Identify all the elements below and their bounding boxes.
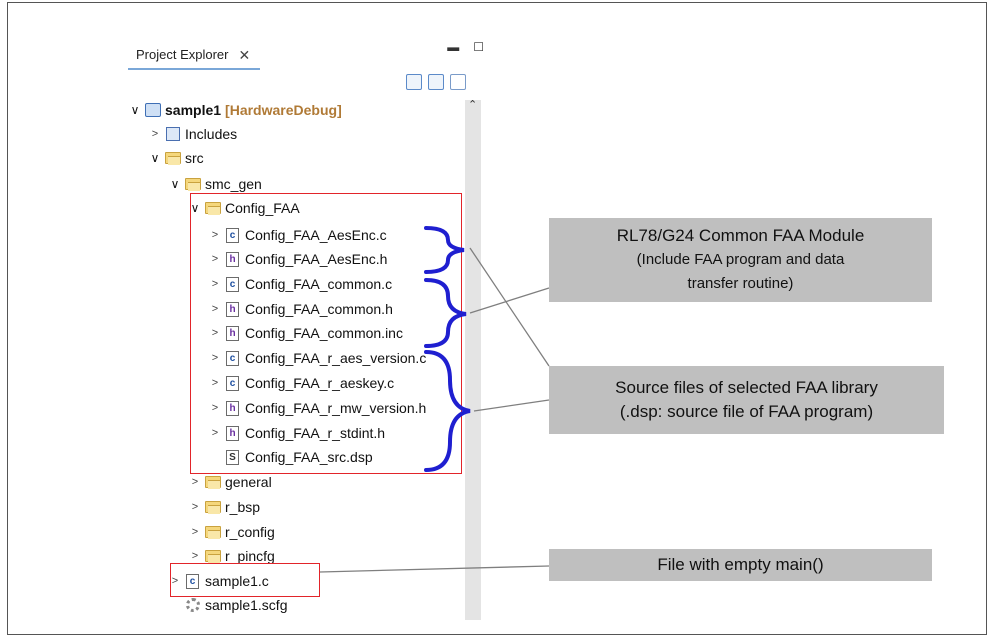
sample1-c-highlight-box xyxy=(170,563,320,597)
callout-empty-main: File with empty main() xyxy=(549,549,932,581)
tree-item-general[interactable]: > general xyxy=(188,472,272,492)
project-name: sample1 xyxy=(165,102,222,118)
tree-item-project[interactable]: ∨ sample1 [HardwareDebug] xyxy=(128,100,342,120)
callout-line: File with empty main() xyxy=(657,555,824,574)
folder-icon xyxy=(205,550,221,563)
folder-open-icon xyxy=(185,178,201,191)
close-icon[interactable]: ✕ xyxy=(238,43,250,67)
project-icon xyxy=(145,103,161,117)
callout-line: transfer routine) xyxy=(687,275,794,292)
scroll-up-icon[interactable]: ⌃ xyxy=(468,98,477,111)
tree-item-label: src xyxy=(185,150,204,166)
scrollbar[interactable] xyxy=(465,100,481,620)
source-folder-icon xyxy=(165,152,181,165)
project-config-tag: [HardwareDebug] xyxy=(225,102,342,118)
chevron-right-icon[interactable]: > xyxy=(188,497,202,517)
chevron-right-icon[interactable]: > xyxy=(188,522,202,542)
chevron-down-icon[interactable]: ∨ xyxy=(128,100,142,120)
tab-label: Project Explorer xyxy=(136,47,229,62)
tree-item-label: r_bsp xyxy=(225,499,261,515)
gear-icon xyxy=(186,598,200,612)
tree-item-label: r_config xyxy=(225,524,275,540)
config-faa-highlight-box xyxy=(190,193,462,474)
minimize-icon[interactable]: ▬ xyxy=(447,40,459,54)
callout-line: Source files of selected FAA library xyxy=(615,378,878,397)
file-name: sample1.scfg xyxy=(205,597,288,613)
link-editor-icon[interactable] xyxy=(428,74,444,90)
callout-source-files: Source files of selected FAA library (.d… xyxy=(549,366,944,434)
explorer-toolbar xyxy=(406,74,466,90)
tree-item-label: smc_gen xyxy=(205,176,262,192)
view-controls: ▬ ☐ xyxy=(447,40,484,54)
chevron-down-icon[interactable]: ∨ xyxy=(168,174,182,194)
callout-line: (Include FAA program and data xyxy=(636,251,845,268)
maximize-icon[interactable]: ☐ xyxy=(473,40,484,54)
filter-icon[interactable] xyxy=(450,74,466,90)
chevron-right-icon[interactable]: > xyxy=(188,472,202,492)
tree-item-src[interactable]: ∨ src xyxy=(148,148,204,168)
tree-item-includes[interactable]: > Includes xyxy=(148,124,237,144)
tree-item-sample1-scfg[interactable]: sample1.scfg xyxy=(168,595,287,615)
tree-item-label: Includes xyxy=(185,126,238,142)
callout-line: RL78/G24 Common FAA Module xyxy=(616,226,865,245)
tree-item-label: general xyxy=(225,474,272,490)
callout-line: (.dsp: source file of FAA program) xyxy=(619,402,874,421)
chevron-right-icon[interactable]: > xyxy=(148,124,162,144)
tree-item-r-bsp[interactable]: > r_bsp xyxy=(188,497,260,517)
includes-icon xyxy=(166,127,180,141)
folder-icon xyxy=(205,526,221,539)
tab-project-explorer[interactable]: Project Explorer ✕ xyxy=(128,42,261,70)
callout-common-module: RL78/G24 Common FAA Module (Include FAA … xyxy=(549,218,932,302)
folder-icon xyxy=(205,476,221,489)
tree-item-smc-gen[interactable]: ∨ smc_gen xyxy=(168,174,262,194)
tree-item-r-config[interactable]: > r_config xyxy=(188,522,275,542)
folder-icon xyxy=(205,501,221,514)
chevron-down-icon[interactable]: ∨ xyxy=(148,148,162,168)
collapse-all-icon[interactable] xyxy=(406,74,422,90)
tab-bar: Project Explorer ✕ ▬ ☐ xyxy=(120,36,490,70)
